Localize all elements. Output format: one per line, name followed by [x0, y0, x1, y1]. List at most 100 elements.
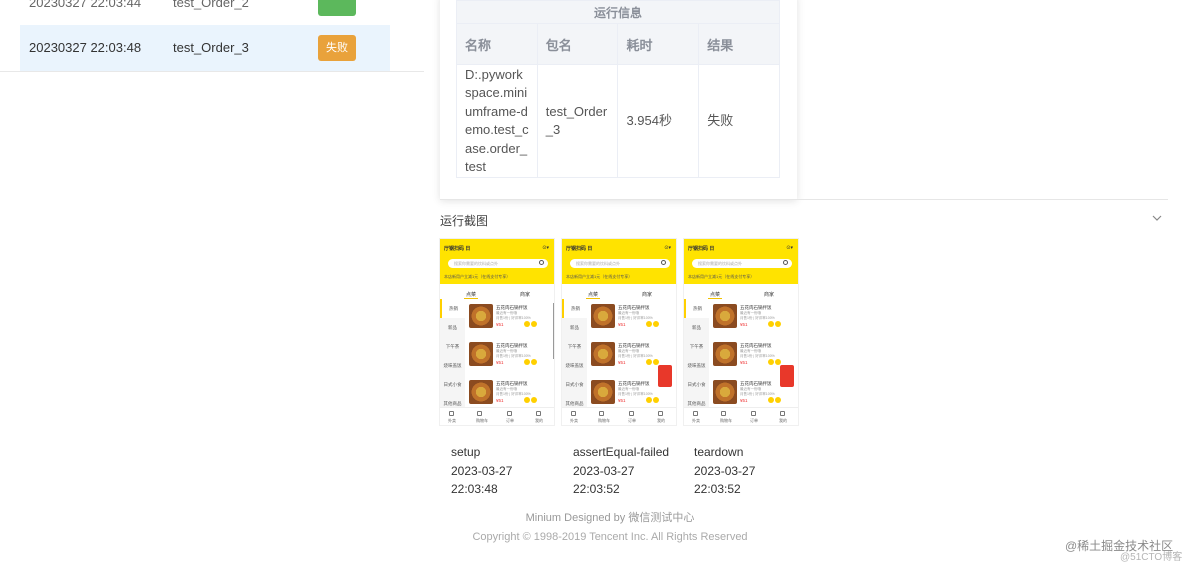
result-name: test_Order_3 — [173, 40, 249, 55]
caption-time: 22:03:52 — [573, 482, 620, 496]
app-nav-label: 订单 — [628, 418, 636, 423]
app-category: 热销 — [684, 299, 709, 318]
app-bottom-nav: 外卖 购物车 订单 我的 — [440, 407, 554, 425]
minus-icon — [646, 359, 652, 365]
screenshot-thumbnail[interactable]: 厅钢扫码 日 ⊙▾ 搜索你需要的饮料或点外 本店新用户立减1元（在线支付专享） 点菜 商家… — [683, 238, 799, 426]
watermark-sub: @51CTO博客 — [1120, 552, 1183, 563]
search-icon — [661, 260, 666, 265]
screenshot-thumbnail[interactable]: 厅钢扫码 日 ⊙▾ 搜索你需要的饮料或点外 本店新用户立减1元（在线支付专享） 点菜 商家… — [561, 238, 677, 426]
food-quantity — [646, 397, 660, 403]
app-title-right: ⊙▾ — [664, 245, 671, 251]
app-search-placeholder: 搜索你需要的饮料或点外 — [576, 261, 620, 266]
minus-icon — [768, 359, 774, 365]
app-category: 下午茶 — [567, 344, 582, 349]
app-food-item: 五花肉石锅拌饭 最近有一份哦 月售1份 | 好评率100% ¥51 — [468, 339, 554, 373]
screenshot-caption: assertEqual-failed 2023-03-27 22:03:52 — [573, 443, 669, 499]
divider — [440, 199, 1168, 200]
app-title: 厅钢扫码 日 — [444, 246, 471, 252]
app-nav-label: 我的 — [657, 418, 665, 423]
scrollbar — [553, 303, 554, 359]
app-title-right: ⊙▾ — [542, 245, 549, 251]
app-tabs: 点菜 商家 — [684, 289, 798, 299]
result-datetime: 20230327 22:03:44 — [29, 0, 142, 10]
food-quantity — [524, 359, 538, 365]
home-icon — [449, 411, 454, 416]
minus-icon — [524, 321, 530, 327]
caption-step: assertEqual-failed — [573, 445, 670, 459]
screenshots-section-title[interactable]: 运行截图 — [440, 212, 488, 229]
plus-icon — [531, 321, 538, 327]
minus-icon — [768, 397, 774, 403]
app-tab: 商家 — [764, 292, 775, 298]
chevron-down-icon[interactable] — [1152, 213, 1162, 223]
app-nav-label: 外卖 — [448, 418, 456, 423]
food-quantity — [768, 321, 782, 327]
app-title: 厅钢扫码 日 — [688, 246, 715, 252]
caption-time: 22:03:48 — [451, 482, 498, 496]
app-nav-label: 订单 — [750, 418, 758, 423]
caption-date: 2023-03-27 — [694, 463, 756, 478]
col-header-name: 名称 — [456, 23, 538, 65]
app-tab: 点菜 — [588, 292, 599, 298]
food-price: ¥51 — [496, 322, 504, 327]
screenshot-caption: setup 2023-03-27 22:03:48 — [451, 443, 512, 499]
result-row-selected[interactable]: 20230327 22:03:48 test_Order_3 失败 — [20, 25, 390, 71]
app-category: 新品 — [692, 325, 701, 330]
result-row[interactable]: 20230327 22:03:44 test_Order_2 — [20, 0, 390, 23]
food-image — [713, 380, 737, 404]
app-nav-label: 外卖 — [692, 418, 700, 423]
app-tab: 商家 — [642, 292, 653, 298]
run-info-title: 运行信息 — [456, 0, 780, 24]
plus-icon — [775, 321, 782, 327]
plus-icon — [653, 359, 660, 365]
plus-icon — [653, 397, 660, 403]
user-icon — [536, 411, 541, 416]
order-icon — [629, 411, 634, 416]
caption-step: teardown — [694, 445, 744, 459]
app-notice: 本店新用户立减1元（在线支付专享） — [444, 274, 511, 279]
food-price: ¥51 — [740, 360, 748, 365]
col-header-duration: 耗时 — [617, 23, 700, 65]
food-price: ¥51 — [618, 398, 626, 403]
app-nav-label: 我的 — [779, 418, 787, 423]
col-header-result: 结果 — [698, 23, 780, 65]
tab-underline — [586, 298, 600, 299]
plus-icon — [653, 321, 660, 327]
app-category: 下午茶 — [689, 344, 704, 349]
caption-date: 2023-03-27 — [573, 463, 635, 478]
food-image — [469, 380, 493, 404]
app-category: 新品 — [448, 325, 457, 330]
cart-icon — [721, 411, 726, 416]
screenshot-thumbnail[interactable]: 厅钢扫码 日 ⊙▾ 搜索你需要的饮料或点外 本店新用户立减1元（在线支付专享） 点菜 商家… — [439, 238, 555, 426]
plus-icon — [775, 359, 782, 365]
food-image — [469, 304, 493, 328]
food-image — [469, 342, 493, 366]
app-category: 日式小食 — [687, 382, 706, 387]
tab-underline — [464, 298, 478, 299]
food-image — [591, 304, 615, 328]
app-search: 搜索你需要的饮料或点外 — [448, 259, 548, 268]
app-tabs: 点菜 商家 — [562, 289, 676, 299]
caption-date: 2023-03-27 — [451, 463, 513, 478]
plus-icon — [531, 359, 538, 365]
minus-icon — [646, 397, 652, 403]
result-datetime: 20230327 22:03:48 — [29, 40, 142, 55]
cell-name: D:.pyworkspace.miniumframe-demo.test_cas… — [456, 64, 538, 178]
app-food-item: 五花肉石锅拌饭 最近有一份哦 月售1份 | 好评率100% ¥51 — [468, 377, 554, 411]
divider — [0, 71, 424, 72]
footer-copyright: Copyright © 1998-2019 Tencent Inc. All R… — [472, 531, 748, 543]
app-categories: 热销 新品 下午茶 烧味盖饭 日式小食 其他商品 — [562, 299, 587, 407]
app-category: 热销 — [562, 299, 587, 318]
app-food-item: 五花肉石锅拌饭 最近有一份哦 月售1份 | 好评率100% ¥51 — [590, 301, 676, 335]
app-category: 日式小食 — [565, 382, 584, 387]
home-icon — [693, 411, 698, 416]
app-nav-label: 订单 — [506, 418, 514, 423]
app-search: 搜索你需要的饮料或点外 — [692, 259, 792, 268]
app-tab: 点菜 — [466, 292, 477, 298]
app-search: 搜索你需要的饮料或点外 — [570, 259, 670, 268]
screenshot-caption: teardown 2023-03-27 22:03:52 — [694, 443, 755, 499]
food-quantity — [524, 397, 538, 403]
red-packet-icon — [780, 365, 794, 387]
minus-icon — [768, 321, 774, 327]
app-nav-label: 购物车 — [598, 418, 610, 423]
